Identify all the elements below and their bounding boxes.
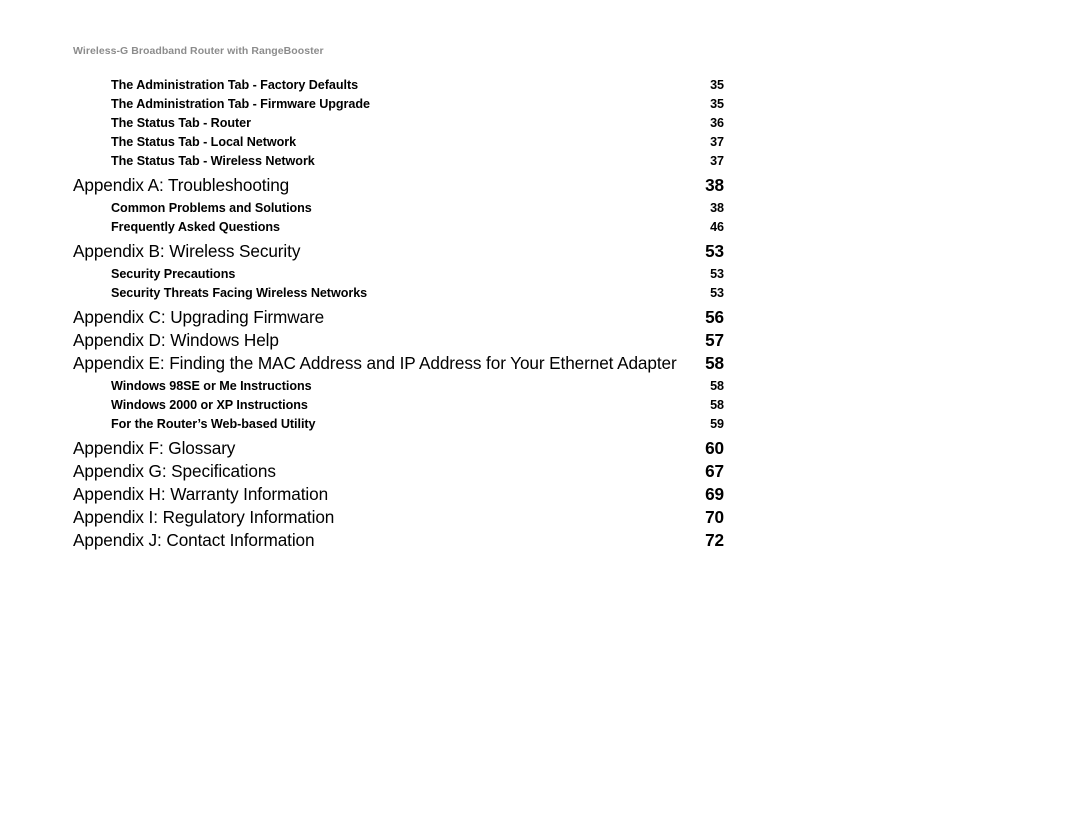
toc-entry-label: The Administration Tab - Firmware Upgrad…	[111, 97, 370, 111]
toc-entry-label: Appendix D: Windows Help	[73, 330, 279, 350]
toc-entry[interactable]: The Status Tab - Wireless Network 37	[73, 152, 724, 171]
toc-entry-page-number: 35	[710, 97, 724, 111]
toc-entry[interactable]: Frequently Asked Questions 46	[73, 218, 724, 237]
toc-entry-label: Frequently Asked Questions	[111, 220, 280, 234]
toc-entry-label: For the Router’s Web-based Utility	[111, 417, 316, 431]
toc-entry-label: Appendix F: Glossary	[73, 438, 236, 458]
toc-entry-label: Appendix G: Specifications	[73, 461, 276, 481]
toc-entry[interactable]: Appendix D: Windows Help 57	[73, 329, 724, 352]
toc-entry[interactable]: Security Precautions 53	[73, 265, 724, 284]
toc-entry-page-number: 37	[710, 135, 724, 149]
toc-entry-label: Appendix H: Warranty Information	[73, 484, 329, 504]
toc-entry[interactable]: Windows 98SE or Me Instructions 58	[73, 377, 724, 396]
toc-entry[interactable]: Windows 2000 or XP Instructions 58	[73, 396, 724, 415]
toc-entry-page-number: 58	[710, 398, 724, 412]
document-page: Wireless-G Broadband Router with RangeBo…	[0, 0, 1080, 834]
toc-entry[interactable]: Appendix A: Troubleshooting 38	[73, 174, 724, 197]
toc-entry-label: Appendix C: Upgrading Firmware	[73, 307, 325, 327]
toc-entry-label: Appendix E: Finding the MAC Address and …	[73, 353, 677, 373]
toc-entry[interactable]: Appendix I: Regulatory Information 70	[73, 506, 724, 529]
toc-entry-label: Appendix I: Regulatory Information	[73, 507, 335, 527]
toc-entry-label: Common Problems and Solutions	[111, 201, 312, 215]
toc-entry-page-number: 58	[710, 379, 724, 393]
toc-entry-label: Windows 98SE or Me Instructions	[111, 379, 312, 393]
toc-entry-label: Appendix B: Wireless Security	[73, 241, 301, 261]
toc-entry-page-number: 70	[705, 507, 724, 527]
toc-entry[interactable]: The Status Tab - Local Network 37	[73, 133, 724, 152]
toc-entry-page-number: 53	[710, 267, 724, 281]
toc-entry[interactable]: Appendix H: Warranty Information 69	[73, 483, 724, 506]
toc-entry-label: The Status Tab - Router	[111, 116, 251, 130]
toc-entry-page-number: 46	[710, 220, 724, 234]
toc-entry[interactable]: Common Problems and Solutions 38	[73, 199, 724, 218]
running-head: Wireless-G Broadband Router with RangeBo…	[73, 45, 324, 57]
toc-entry-page-number: 67	[705, 461, 724, 481]
table-of-contents: The Administration Tab - Factory Default…	[73, 76, 724, 552]
toc-entry[interactable]: Security Threats Facing Wireless Network…	[73, 284, 724, 303]
toc-entry-page-number: 36	[710, 116, 724, 130]
toc-entry-label: Appendix J: Contact Information	[73, 530, 315, 550]
toc-entry[interactable]: Appendix B: Wireless Security 53	[73, 240, 724, 263]
toc-entry[interactable]: The Status Tab - Router 36	[73, 114, 724, 133]
toc-entry-label: Appendix A: Troubleshooting	[73, 175, 290, 195]
toc-entry-page-number: 69	[705, 484, 724, 504]
toc-entry-page-number: 35	[710, 78, 724, 92]
toc-entry-page-number: 57	[705, 330, 724, 350]
toc-entry-label: The Administration Tab - Factory Default…	[111, 78, 359, 92]
toc-entry[interactable]: Appendix G: Specifications 67	[73, 460, 724, 483]
toc-entry-label: Windows 2000 or XP Instructions	[111, 398, 308, 412]
toc-entry[interactable]: The Administration Tab - Factory Default…	[73, 76, 724, 95]
toc-entry[interactable]: The Administration Tab - Firmware Upgrad…	[73, 95, 724, 114]
toc-entry[interactable]: Appendix J: Contact Information 72	[73, 529, 724, 552]
toc-entry-page-number: 59	[710, 417, 724, 431]
toc-entry-page-number: 60	[705, 438, 724, 458]
toc-entry-page-number: 58	[705, 353, 724, 373]
toc-entry-page-number: 38	[705, 175, 724, 195]
toc-entry-label: The Status Tab - Wireless Network	[111, 154, 315, 168]
toc-entry[interactable]: Appendix E: Finding the MAC Address and …	[73, 352, 724, 375]
toc-entry-page-number: 53	[710, 286, 724, 300]
toc-entry-page-number: 53	[705, 241, 724, 261]
toc-entry-label: The Status Tab - Local Network	[111, 135, 297, 149]
toc-entry-page-number: 37	[710, 154, 724, 168]
toc-entry[interactable]: Appendix C: Upgrading Firmware 56	[73, 306, 724, 329]
toc-entry-label: Security Precautions	[111, 267, 236, 281]
toc-entry-page-number: 56	[705, 307, 724, 327]
toc-entry[interactable]: For the Router’s Web-based Utility 59	[73, 415, 724, 434]
toc-entry-label: Security Threats Facing Wireless Network…	[111, 286, 368, 300]
toc-entry[interactable]: Appendix F: Glossary 60	[73, 437, 724, 460]
toc-entry-page-number: 72	[705, 530, 724, 550]
toc-entry-page-number: 38	[710, 201, 724, 215]
